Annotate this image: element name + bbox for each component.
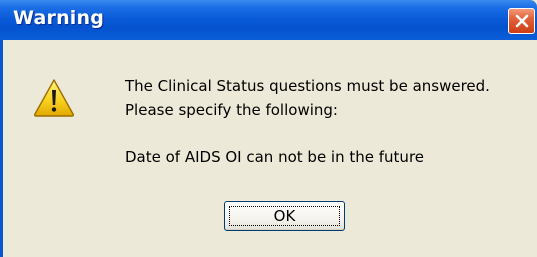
close-icon	[515, 14, 529, 28]
title-bar[interactable]: Warning	[0, 0, 537, 40]
ok-button[interactable]: OK	[224, 201, 345, 231]
ok-button-label: OK	[273, 207, 296, 225]
message-line-3: Date of AIDS OI can not be in the future	[125, 148, 425, 166]
window-title: Warning	[13, 7, 105, 29]
close-button[interactable]	[508, 8, 535, 34]
message-line-2: Please specify the following:	[125, 101, 338, 119]
message-line-1: The Clinical Status questions must be an…	[125, 77, 490, 95]
warning-dialog: Warning The Clinical Status questions mu…	[0, 0, 537, 257]
warning-icon	[33, 79, 75, 117]
